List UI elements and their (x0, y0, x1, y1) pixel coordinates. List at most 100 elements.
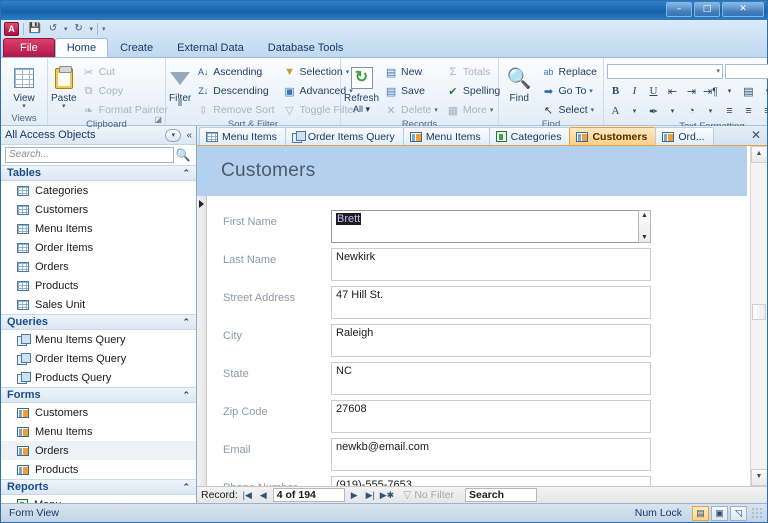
redo-caret-icon[interactable]: ▾ (90, 25, 94, 33)
customize-qat-icon[interactable]: ▾ (102, 25, 106, 33)
nav-item-order-items-query[interactable]: Order Items Query (1, 349, 196, 368)
nav-item-menu-items[interactable]: Menu Items (1, 219, 196, 238)
nav-item-form-products[interactable]: Products (1, 460, 196, 479)
city-input[interactable]: Raleigh (331, 324, 651, 357)
close-button[interactable]: ✕ (722, 2, 764, 17)
close-document-icon[interactable]: ✕ (751, 128, 761, 142)
new-record-button[interactable]: ▤ New (381, 63, 441, 81)
first-name-input[interactable]: Brett ▲ ▼ (331, 210, 651, 243)
record-position-input[interactable]: 4 of 194 (272, 488, 345, 502)
select-caret-icon[interactable]: ▾ (591, 106, 595, 114)
form-view-button[interactable]: ▤ (692, 505, 709, 521)
search-input[interactable]: Search... (5, 147, 174, 163)
redo-icon[interactable]: ↻ (72, 23, 86, 34)
highlight-caret-icon[interactable]: ▾ (664, 103, 681, 120)
italic-button[interactable]: I (626, 83, 643, 100)
nav-group-header-reports[interactable]: Reports ⌃ (1, 479, 196, 495)
nav-item-sales-unit[interactable]: Sales Unit (1, 295, 196, 314)
view-button[interactable]: View ▾ (4, 61, 44, 110)
collapse-navigation-icon[interactable]: « (186, 130, 192, 141)
doc-tab-menu-items-table[interactable]: Menu Items (199, 127, 286, 145)
ribbon-tab-file[interactable]: File (3, 38, 55, 57)
paste-caret-icon[interactable]: ▾ (62, 103, 66, 110)
nav-group-header-forms[interactable]: Forms ⌃ (1, 387, 196, 403)
spinner-up-icon[interactable]: ▲ (641, 212, 648, 219)
form-vertical-scrollbar[interactable]: ▲ ▼ (750, 146, 767, 486)
nav-item-customers[interactable]: Customers (1, 200, 196, 219)
ribbon-tab-home[interactable]: Home (54, 38, 109, 57)
nav-item-categories[interactable]: Categories (1, 181, 196, 200)
go-to-caret-icon[interactable]: ▾ (589, 87, 593, 95)
new-record-button[interactable]: ▶✱ (380, 490, 394, 501)
minimize-button[interactable]: – (666, 2, 692, 17)
align-center-button[interactable]: ≡ (740, 103, 757, 120)
delete-caret-icon[interactable]: ▾ (434, 106, 438, 114)
undo-caret-icon[interactable]: ▾ (64, 25, 68, 33)
filter-status[interactable]: ▽ No Filter (403, 489, 454, 501)
last-record-button[interactable]: ▶| (364, 490, 377, 501)
copy-button[interactable]: ⧉ Copy (79, 82, 171, 100)
underline-button[interactable]: U (645, 83, 662, 100)
last-name-input[interactable]: Newkirk (331, 248, 651, 281)
filter-button[interactable]: Filter (169, 61, 191, 106)
record-search-input[interactable]: Search (465, 488, 537, 502)
phone-number-input[interactable]: (919)-555-7653 (331, 476, 651, 486)
align-left-button[interactable]: ≡ (721, 103, 738, 120)
doc-tab-menu-items-form[interactable]: Menu Items (402, 127, 490, 145)
ribbon-tab-database-tools[interactable]: Database Tools (256, 38, 356, 57)
maximize-button[interactable]: □ (694, 2, 720, 17)
first-name-spinner[interactable]: ▲ ▼ (638, 210, 651, 243)
background-color-button[interactable]: ▤ (740, 83, 757, 100)
street-address-input[interactable]: 47 Hill St. (331, 286, 651, 319)
decrease-indent-button[interactable]: ⇤ (664, 83, 681, 100)
background-color-caret-icon[interactable]: ▾ (759, 83, 768, 100)
chevron-up-icon[interactable]: ⌃ (182, 317, 190, 328)
nav-item-products[interactable]: Products (1, 276, 196, 295)
ribbon-tab-external-data[interactable]: External Data (165, 38, 256, 57)
scroll-down-button[interactable]: ▼ (750, 469, 767, 486)
chevron-up-icon[interactable]: ⌃ (182, 482, 190, 493)
nav-item-order-items[interactable]: Order Items (1, 238, 196, 257)
doc-tab-categories[interactable]: Categories (488, 127, 571, 145)
nav-item-products-query[interactable]: Products Query (1, 368, 196, 387)
ribbon-tab-create[interactable]: Create (108, 38, 165, 57)
fill-color-button[interactable]: ◔ (683, 103, 700, 120)
sort-descending-button[interactable]: Z↓ Descending (193, 82, 277, 100)
first-record-button[interactable]: |◀ (241, 490, 254, 501)
font-family-combo[interactable]: ▾ (607, 63, 723, 79)
more-caret-icon[interactable]: ▾ (490, 106, 494, 114)
delete-record-button[interactable]: ✕ Delete ▾ (381, 101, 441, 119)
email-input[interactable]: newkb@email.com (331, 438, 651, 471)
spinner-down-icon[interactable]: ▼ (641, 234, 648, 241)
font-size-combo[interactable]: ▾ (725, 63, 768, 79)
zip-code-input[interactable]: 27608 (331, 400, 651, 433)
nav-group-header-queries[interactable]: Queries ⌃ (1, 314, 196, 330)
font-color-button[interactable]: A (607, 103, 624, 120)
layout-view-button[interactable]: ▣ (711, 505, 728, 521)
replace-button[interactable]: ab Replace (538, 63, 600, 81)
align-right-button[interactable]: ≡ (759, 103, 768, 120)
chevron-up-icon[interactable]: ⌃ (182, 390, 190, 401)
doc-tab-order-items-query[interactable]: Order Items Query (284, 127, 404, 145)
access-logo-icon[interactable]: A (4, 21, 19, 36)
previous-record-button[interactable]: ◀ (257, 490, 270, 501)
highlight-button[interactable]: ✒ (645, 103, 662, 120)
text-direction-caret-icon[interactable]: ▾ (721, 83, 738, 100)
state-input[interactable]: NC (331, 362, 651, 395)
nav-item-report-menu[interactable]: Menu (1, 495, 196, 503)
record-selector[interactable] (197, 196, 207, 486)
more-button[interactable]: ▦ More ▾ (443, 101, 503, 119)
resize-grip[interactable] (751, 507, 763, 519)
paste-button[interactable]: Paste ▾ (51, 61, 77, 110)
save-record-button[interactable]: ▤ Save (381, 82, 441, 100)
scroll-up-button[interactable]: ▲ (750, 146, 767, 163)
find-button[interactable]: 🔍 Find (502, 61, 536, 105)
sort-ascending-button[interactable]: A↓ Ascending (193, 63, 277, 81)
increase-indent-button[interactable]: ⇥ (683, 83, 700, 100)
chevron-up-icon[interactable]: ⌃ (182, 168, 190, 179)
scrollbar-track[interactable] (751, 163, 767, 469)
nav-item-form-orders[interactable]: Orders (1, 441, 196, 460)
doc-tab-orders[interactable]: Ord... (655, 127, 714, 145)
doc-tab-customers[interactable]: Customers (569, 127, 657, 145)
cut-button[interactable]: ✂ Cut (79, 63, 171, 81)
